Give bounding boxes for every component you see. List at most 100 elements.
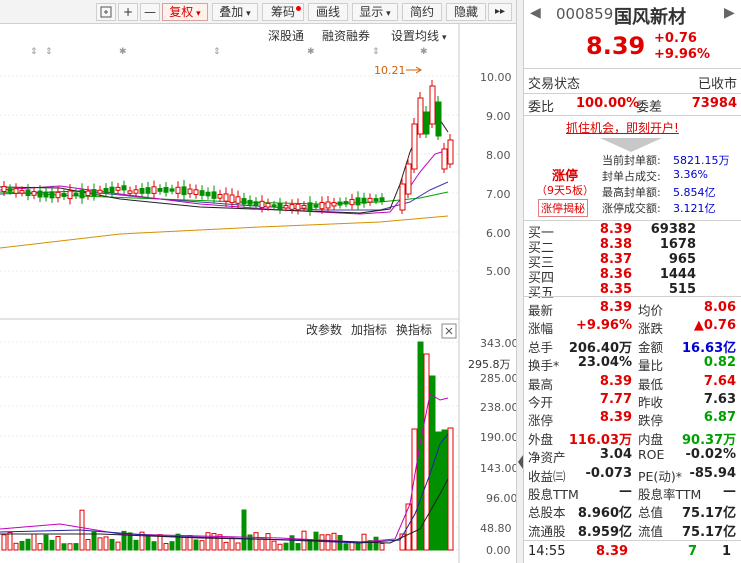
volume-ma-line <box>0 393 449 543</box>
candle-body <box>235 196 241 204</box>
volume-tick: 0.00 <box>486 544 511 557</box>
candle-body <box>325 201 331 209</box>
prev-stock-icon[interactable]: ◀ <box>530 5 541 21</box>
overlay-button[interactable]: 叠加 ▾ <box>212 3 258 21</box>
candle-body <box>223 193 229 202</box>
chart-area[interactable]: + — 复权 ▾ 叠加 ▾ 筹码 画线 显示 ▾ 简约 隐藏 ▸▸ 深股通 融资… <box>0 0 516 563</box>
switch-indicator-link[interactable]: 换指标 <box>396 322 432 337</box>
marker-icon: ✱ <box>119 47 127 57</box>
candle-body <box>447 139 454 165</box>
stat-value: -0.02% <box>685 447 737 463</box>
price-change: +0.76 <box>654 31 697 46</box>
volume-bar <box>441 429 448 551</box>
volume-bar <box>253 532 259 551</box>
stat-label: 最新 <box>528 303 554 318</box>
chart-grid <box>0 24 460 563</box>
stat-value: 8.960亿 <box>577 506 632 522</box>
stat-value: 3.04 <box>599 447 632 463</box>
edit-params-link[interactable]: 改参数 <box>306 322 342 337</box>
chips-button[interactable]: 筹码 <box>262 3 304 21</box>
candle-body <box>145 187 151 194</box>
candle-body <box>97 189 103 194</box>
stock-chart[interactable]: 深股通 融资融券 设置均线 ▾ ⇕ ⇕ ✱ ⇕ ✱ ⇕ ✱ 10.21 10.0… <box>0 24 516 563</box>
stat-value: 7.64 <box>703 373 736 389</box>
margin-trading-link[interactable]: 融资融券 <box>322 28 370 43</box>
trade-status-value: 已收市 <box>697 77 737 92</box>
volume-bar <box>163 543 169 551</box>
dropdown-arrow-icon: ▾ <box>243 9 251 19</box>
collapse-arrow-icon[interactable] <box>518 455 523 469</box>
price-tick: 5.00 <box>486 265 511 278</box>
more-button[interactable]: ▸▸ <box>488 3 512 21</box>
volume-bar <box>265 533 271 551</box>
price-tick: 9.00 <box>486 110 511 123</box>
fuquan-button[interactable]: 复权 ▾ <box>162 3 208 21</box>
stat-value: 6.87 <box>703 410 736 426</box>
stat-label: PE(动)* <box>638 468 682 484</box>
display-button[interactable]: 显示 ▾ <box>352 3 398 21</box>
candle-body <box>25 189 31 196</box>
volume-bar <box>31 533 37 551</box>
bid-volume: 1678 <box>659 237 696 252</box>
stat-value: 0.82 <box>703 355 736 371</box>
draw-line-button[interactable]: 画线 <box>308 3 348 21</box>
volume-bar <box>97 537 103 551</box>
divider <box>524 220 741 221</box>
limit-info-value: 3.121亿 <box>673 202 716 215</box>
open-account-promo[interactable]: 抓住机会，即刻开户! <box>566 119 679 136</box>
stat-value: 8.06 <box>703 300 736 315</box>
collapse-tab-icon[interactable] <box>600 138 662 152</box>
button-label: 显示 <box>359 5 384 19</box>
volume-bar <box>241 509 247 551</box>
zoom-out-button[interactable]: — <box>140 3 160 21</box>
bid-label: 买五 <box>528 286 555 301</box>
limit-reveal-button[interactable]: 涨停揭秘 <box>538 199 588 217</box>
add-indicator-link[interactable]: 加指标 <box>351 322 387 337</box>
toolbar-icon[interactable] <box>96 3 116 21</box>
hide-button[interactable]: 隐藏 <box>446 3 486 21</box>
candle-body <box>115 186 121 191</box>
volume-ma-lines <box>0 393 449 544</box>
volume-bar <box>283 542 289 551</box>
candle-body <box>181 186 187 196</box>
volume-tick: 285.00 <box>480 372 516 385</box>
candle-body <box>43 191 49 198</box>
stat-label: 内盘 <box>638 431 664 447</box>
weicha-value: 73984 <box>691 96 737 111</box>
tick-price: 8.39 <box>596 544 629 559</box>
zoom-in-button[interactable]: + <box>118 3 138 21</box>
volume-ma-line <box>0 478 449 544</box>
stat-value: 8.959亿 <box>577 524 632 540</box>
volume-bar <box>217 534 223 551</box>
price-change-pct: +9.96% <box>654 47 710 62</box>
shengutong-link[interactable]: 深股通 <box>268 29 304 43</box>
marker-icon: ⇕ <box>213 47 221 57</box>
volume-bar <box>295 543 301 551</box>
volume-bar <box>417 341 424 551</box>
bid-price: 8.38 <box>599 237 632 252</box>
candle-body <box>13 188 19 194</box>
candle-body <box>49 191 55 199</box>
next-stock-icon[interactable]: ▶ <box>724 5 735 21</box>
volume-tick: 343.00 <box>480 337 516 350</box>
panel-splitter[interactable] <box>516 0 524 563</box>
price-tick: 7.00 <box>486 188 511 201</box>
trade-status-label: 交易状态 <box>528 77 581 92</box>
stat-label: 昨收 <box>638 395 664 410</box>
high-price-label: 10.21 <box>374 64 406 77</box>
stat-label: 金额 <box>638 339 664 355</box>
stat-label: 换手* <box>528 358 560 374</box>
candle-body <box>313 204 319 208</box>
stat-value: -0.073 <box>585 465 632 481</box>
volume-bar <box>193 539 199 551</box>
stat-label: 收益㈢ <box>528 468 566 484</box>
kline-menu: 深股通 融资融券 设置均线 ▾ <box>268 28 447 43</box>
candle-body <box>417 97 424 135</box>
candle-body <box>175 186 181 194</box>
candle-body <box>289 204 295 210</box>
volume-bar <box>289 535 295 551</box>
candle-body <box>349 198 355 206</box>
price-tick: 8.00 <box>486 149 511 162</box>
simple-button[interactable]: 简约 <box>402 3 442 21</box>
ma-settings-link[interactable]: 设置均线 <box>391 29 439 43</box>
